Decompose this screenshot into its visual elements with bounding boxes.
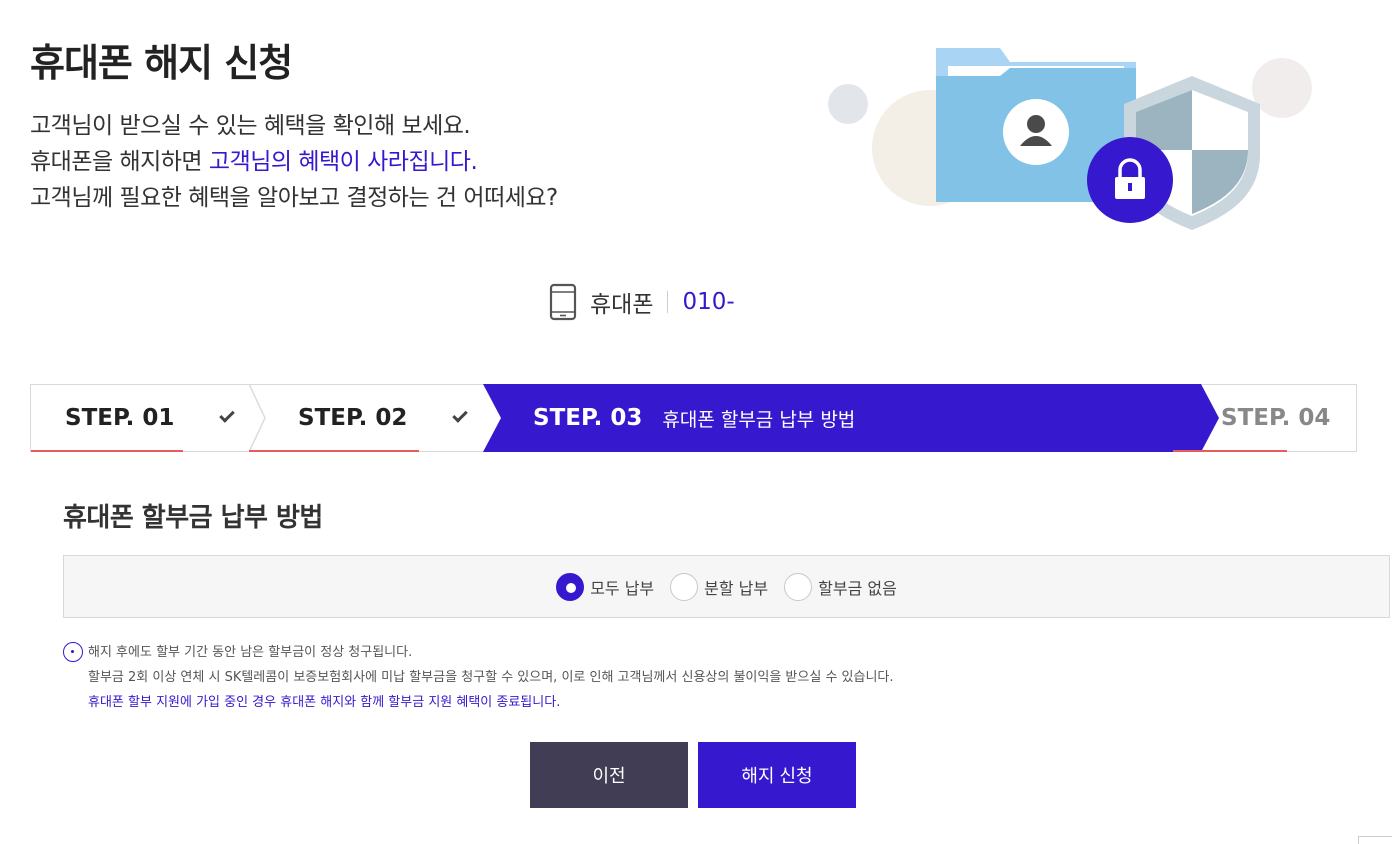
step-1: STEP. 01 <box>65 385 236 451</box>
radio-unchecked-icon[interactable] <box>784 572 813 601</box>
radio-unchecked-icon[interactable] <box>670 572 699 601</box>
mobile-phone-icon <box>549 283 577 321</box>
section-title: 휴대폰 할부금 납부 방법 <box>63 503 323 533</box>
notice-line-2: 할부금 2회 이상 연체 시 SK텔레콤이 보증보험회사에 미납 할부금을 청구… <box>88 670 894 685</box>
step-1-label: STEP. 01 <box>65 405 175 431</box>
step-3-active: STEP. 03 휴대폰 할부금 납부 방법 <box>483 384 1219 452</box>
step-separator-chevron <box>248 384 266 452</box>
step-indicator: STEP. 01 STEP. 02 STEP. 03 휴대폰 할부금 납부 방법… <box>30 384 1357 452</box>
submit-cancellation-button[interactable]: 해지 신청 <box>698 742 856 808</box>
step-2-underline <box>249 450 419 452</box>
radio-pay-all-label: 모두 납부 <box>590 578 655 598</box>
intro-text: 고객님이 받으실 수 있는 혜택을 확인해 보세요. 휴대폰을 해지하면 고객님… <box>30 108 558 216</box>
step-3-description: 휴대폰 할부금 납부 방법 <box>662 408 856 431</box>
radio-pay-installment-label: 분할 납부 <box>704 578 769 598</box>
corner-divider <box>1358 836 1392 844</box>
payment-method-options: 모두 납부 분할 납부 할부금 없음 <box>63 555 1390 618</box>
line-info-divider <box>667 291 669 313</box>
step-2-label: STEP. 02 <box>298 405 408 431</box>
intro-line-2-prefix: 휴대폰을 해지하면 <box>30 149 209 175</box>
radio-no-installment[interactable]: 할부금 없음 <box>784 572 897 601</box>
check-icon <box>219 407 236 423</box>
radio-checked-icon[interactable] <box>556 572 585 601</box>
prev-button[interactable]: 이전 <box>530 742 688 808</box>
radio-pay-all[interactable]: 모두 납부 <box>556 572 655 601</box>
step-4-underline <box>1173 450 1287 452</box>
notice: 해지 후에도 할부 기간 동안 남은 할부금이 정상 청구됩니다. 할부금 2회… <box>63 640 894 715</box>
security-folder-illustration <box>828 48 1312 230</box>
step-3-label: STEP. 03 <box>533 405 643 431</box>
line-info: 휴대폰 010- <box>548 282 735 322</box>
line-type-label: 휴대폰 <box>590 292 654 318</box>
check-icon <box>452 407 469 423</box>
step-4-label: STEP. 04 <box>1221 405 1331 431</box>
notice-line-1: 해지 후에도 할부 기간 동안 남은 할부금이 정상 청구됩니다. <box>88 645 413 660</box>
radio-pay-installment[interactable]: 분할 납부 <box>670 572 769 601</box>
step-1-underline <box>31 450 183 452</box>
notice-line-3: 휴대폰 할부 지원에 가입 중인 경우 휴대폰 해지와 함께 할부금 지원 혜택… <box>88 695 561 710</box>
phone-number: 010- <box>682 289 735 315</box>
step-4: STEP. 04 <box>1221 385 1330 451</box>
step-2: STEP. 02 <box>298 385 469 451</box>
intro-line-2-highlight: 고객님의 혜택이 사라집니다. <box>208 149 478 175</box>
page-title: 휴대폰 해지 신청 <box>30 41 293 85</box>
intro-line-1: 고객님이 받으실 수 있는 혜택을 확인해 보세요. <box>30 113 471 139</box>
radio-no-installment-label: 할부금 없음 <box>818 578 897 598</box>
info-dot-icon <box>63 642 83 662</box>
intro-line-3: 고객님께 필요한 혜택을 알아보고 결정하는 건 어떠세요? <box>30 185 558 211</box>
intro-line-2: 휴대폰을 해지하면 고객님의 혜택이 사라집니다. <box>30 144 558 180</box>
